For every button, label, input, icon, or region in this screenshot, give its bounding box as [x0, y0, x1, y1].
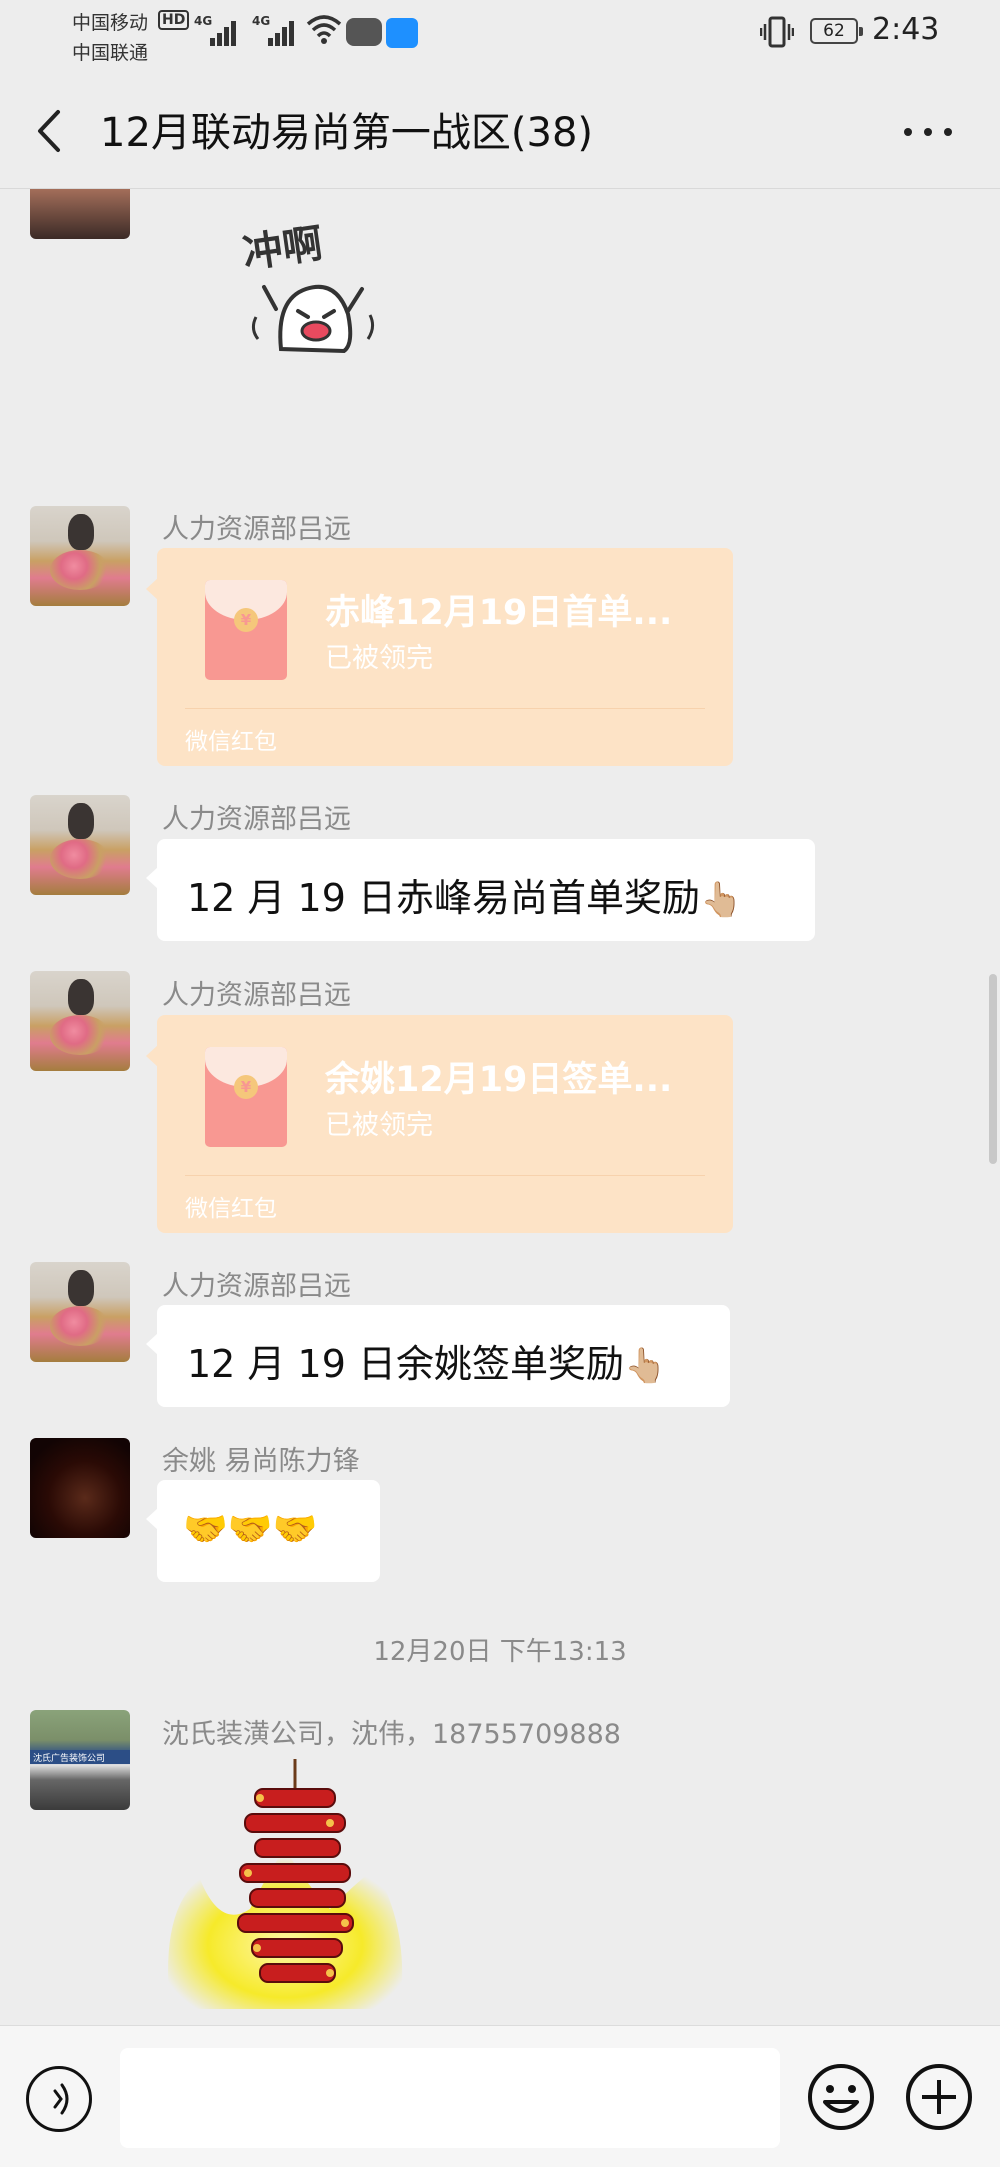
- status-bar: 中国移动 中国联通 HD 4G 4G 62 2:43: [0, 0, 1000, 70]
- red-packet-status: 已被领完: [325, 1110, 433, 1141]
- red-packet-footer: 微信红包: [185, 1196, 277, 1222]
- sender-name: 沈氏装潢公司，沈伟，18755709888: [162, 1719, 621, 1750]
- avatar[interactable]: [30, 189, 130, 239]
- clock: 2:43: [872, 12, 940, 47]
- message-input[interactable]: [120, 2048, 780, 2148]
- input-bar: [0, 2025, 1000, 2167]
- sender-name: 人力资源部吕远: [162, 980, 351, 1011]
- signal-icon-2: 4G: [252, 14, 302, 46]
- app-notification-icon: [386, 18, 418, 48]
- sender-name: 人力资源部吕远: [162, 514, 351, 545]
- avatar[interactable]: [30, 506, 130, 606]
- avatar[interactable]: [30, 1262, 130, 1362]
- back-icon[interactable]: [30, 106, 70, 156]
- vibrate-icon: [760, 16, 794, 48]
- chat-title: 12月联动易尚第一战区(38): [100, 110, 594, 156]
- pointing-up-emoji: 👆🏼: [623, 1346, 667, 1386]
- message-text: 12 月 19 日余姚签单奖励: [187, 1342, 624, 1386]
- scrollbar[interactable]: [989, 974, 997, 1164]
- battery-icon: 62: [810, 18, 863, 44]
- sender-name: 人力资源部吕远: [162, 1271, 351, 1302]
- carrier-2: 中国联通: [72, 42, 149, 64]
- avatar[interactable]: 沈氏广告装饰公司: [30, 1710, 130, 1810]
- chat-header: 12月联动易尚第一战区(38): [0, 70, 1000, 189]
- message-text: 12 月 19 日赤峰易尚首单奖励: [187, 876, 700, 920]
- text-message[interactable]: 12 月 19 日赤峰易尚首单奖励👆🏼: [146, 839, 815, 941]
- plus-icon[interactable]: [904, 2062, 974, 2132]
- voice-input-button[interactable]: [26, 2066, 92, 2132]
- avatar[interactable]: [30, 971, 130, 1071]
- emoji-icon[interactable]: [806, 2062, 876, 2132]
- red-packet-title: 赤峰12月19日首单...: [325, 593, 673, 633]
- wifi-icon: [306, 15, 342, 44]
- red-packet-status: 已被领完: [325, 643, 433, 674]
- red-packet-footer: 微信红包: [185, 729, 277, 755]
- red-packet-title: 余姚12月19日签单...: [325, 1060, 673, 1100]
- voice-icon: [53, 2083, 69, 2115]
- handshake-emoji: 🤝🤝🤝: [183, 1509, 318, 1550]
- red-envelope-icon: ¥: [205, 580, 287, 680]
- red-envelope-icon: ¥: [205, 1047, 287, 1147]
- emoji-message[interactable]: 🤝🤝🤝: [146, 1480, 380, 1582]
- chat-list[interactable]: 冲啊 人力资源部吕远 ¥ 赤峰12月19日首单... 已被领完 微信红包 人力资…: [0, 189, 1000, 2025]
- more-icon[interactable]: [898, 106, 958, 156]
- red-packet-message[interactable]: ¥ 赤峰12月19日首单... 已被领完 微信红包: [146, 548, 733, 766]
- avatar[interactable]: [30, 795, 130, 895]
- charge-sticker[interactable]: 冲啊: [236, 219, 386, 369]
- carrier-1: 中国移动: [72, 12, 149, 34]
- game-app-icon: [346, 18, 382, 46]
- firecracker-sticker[interactable]: [160, 1759, 410, 2025]
- sender-name: 余姚 易尚陈力锋: [162, 1446, 360, 1477]
- signal-icon: 4G: [194, 14, 244, 46]
- avatar[interactable]: [30, 1438, 130, 1538]
- red-packet-message[interactable]: ¥ 余姚12月19日签单... 已被领完 微信红包: [146, 1015, 733, 1233]
- pointing-up-emoji: 👆🏼: [699, 880, 743, 920]
- text-message[interactable]: 12 月 19 日余姚签单奖励👆🏼: [146, 1305, 730, 1407]
- sticker-text: 冲啊: [240, 221, 326, 278]
- sender-name: 人力资源部吕远: [162, 804, 351, 835]
- avatar-sign-text: 沈氏广告装饰公司: [33, 1752, 105, 1764]
- timestamp: 12月20日 下午13:13: [373, 1637, 627, 1667]
- hd-badge: HD: [158, 10, 190, 30]
